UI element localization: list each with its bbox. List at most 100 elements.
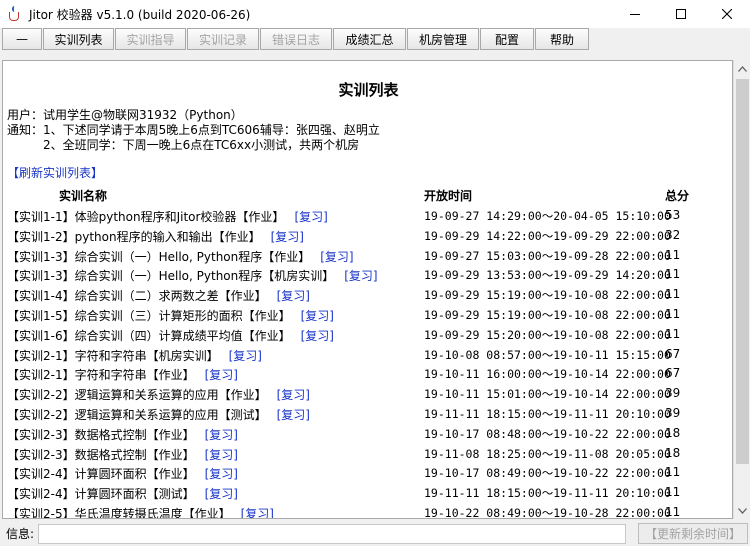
notice-line-2: 2、全班同学：下周一晚上6点在TC6xx小测试，共两个机房 [43,138,360,152]
table-row: 【实训2-2】逻辑运算和关系运算的应用【测试】 [复习] 19-11-11 18:1… [3,404,732,424]
total-score: 11 [665,465,681,480]
review-link[interactable]: [复习] [271,230,304,244]
review-link[interactable]: [复习] [277,408,310,422]
open-time: 19-11-11 18:15:00～19-11-11 20:10:00 [424,406,671,421]
training-name: 【实训1-5】综合实训（三）计算矩形的面积【作业】 [复习] [7,307,334,324]
close-icon [722,9,732,19]
minimize-button[interactable] [612,0,658,28]
maximize-button[interactable] [658,0,704,28]
review-link[interactable]: [复习] [320,250,353,264]
status-bar: 信息: 【更新剩余时间】 [0,521,750,546]
review-link[interactable]: [复习] [277,289,310,303]
total-score: 18 [665,425,681,440]
total-score: 32 [665,227,681,242]
training-name-text: 【实训1-2】python程序的输入和输出【作业】 [7,229,261,244]
open-time: 19-10-22 08:49:00～19-10-28 22:00:00 [424,505,671,519]
open-time: 19-10-17 08:48:00～19-10-22 22:00:00 [424,426,671,441]
table-row: 【实训2-1】字符和字符串【作业】 [复习] 19-10-11 16:00:00～1… [3,364,732,384]
close-button[interactable] [704,0,750,28]
title-bar: Jitor 校验器 v5.1.0 (build 2020-06-26) [0,0,750,28]
total-score: 39 [665,405,681,420]
total-score: 67 [665,366,681,381]
tab-help[interactable]: 帮助 [535,28,589,50]
column-header-score: 总分 [665,189,690,203]
training-name-text: 【实训1-1】体验python程序和Jitor校验器【作业】 [7,210,285,224]
training-name: 【实训2-2】逻辑运算和关系运算的应用【作业】 [复习] [7,386,310,403]
total-score: 11 [665,504,681,519]
scroll-up-arrow-icon[interactable] [734,60,750,77]
scroll-thumb[interactable] [736,79,749,464]
training-name-text: 【实训1-4】综合实训（二）求两数之差【作业】 [7,289,267,304]
table-row: 【实训1-5】综合实训（三）计算矩形的面积【作业】 [复习] 19-09-29 15… [3,305,732,325]
table-row: 【实训2-4】计算圆环面积【测试】 [复习] 19-11-11 18:15:00～1… [3,483,732,503]
table-row: 【实训1-2】python程序的输入和输出【作业】 [复习] 19-09-29 14… [3,226,732,246]
open-time: 19-11-11 18:15:00～19-11-11 20:10:00 [424,486,671,501]
training-name-text: 【实训1-5】综合实训（三）计算矩形的面积【作业】 [7,308,291,323]
training-name: 【实训1-1】体验python程序和Jitor校验器【作业】 [复习] [7,208,328,225]
open-time: 19-10-11 15:01:00～19-10-14 22:00:00 [424,387,671,402]
review-link[interactable]: [复习] [294,210,327,224]
training-name: 【实训2-3】数据格式控制【作业】 [复习] [7,426,238,443]
total-score: 11 [665,306,681,321]
tab-training-list[interactable]: 实训列表 [43,28,114,50]
table-row: 【实训2-5】华氏温度转摄氏温度【作业】 [复习] 19-10-22 08:49:0… [3,503,732,519]
review-link[interactable]: [复习] [344,269,377,283]
review-link[interactable]: [复习] [277,388,310,402]
window-title: Jitor 校验器 v5.1.0 (build 2020-06-26) [29,7,251,22]
table-row: 【实训2-1】字符和字符串【机房实训】 [复习] 19-10-08 08:57:00… [3,345,732,365]
review-link[interactable]: [复习] [241,507,274,518]
total-score: 11 [665,326,681,341]
total-score: 18 [665,445,681,460]
open-time: 19-09-29 15:19:00～19-10-08 22:00:00 [424,307,671,322]
table-row: 【实训2-4】计算圆环面积【作业】 [复习] 19-10-17 08:49:00～1… [3,463,732,483]
training-name-text: 【实训2-4】计算圆环面积【测试】 [7,487,195,502]
tab-lab-management[interactable]: 机房管理 [407,28,479,50]
training-name-text: 【实训1-3】综合实训（一）Hello, Python程序【机房实训】 [7,269,335,284]
content-panel: 实训列表 用户：试用学生@物联网31932（Python） 通知：1、下述同学请… [2,60,733,519]
review-link[interactable]: [复习] [205,448,238,462]
training-name: 【实训2-4】计算圆环面积【测试】 [复习] [7,485,238,502]
review-link[interactable]: [复习] [229,349,262,363]
total-score: 39 [665,386,681,401]
tab-grade-summary[interactable]: 成绩汇总 [333,28,406,50]
review-link[interactable]: [复习] [205,487,238,501]
training-name-text: 【实训2-2】逻辑运算和关系运算的应用【作业】 [7,388,267,403]
scroll-down-arrow-icon[interactable] [734,502,750,519]
review-link[interactable]: [复习] [205,467,238,481]
update-remaining-time-button[interactable]: 【更新剩余时间】 [638,523,748,544]
training-name: 【实训2-1】字符和字符串【作业】 [复习] [7,366,238,383]
total-score: 11 [665,247,681,262]
tab-settings[interactable]: 配置 [480,28,534,50]
total-score: 11 [665,485,681,500]
review-link[interactable]: [复习] [205,428,238,442]
column-header-time: 开放时间 [424,189,473,203]
training-name-text: 【实训1-6】综合实训（四）计算成绩平均值【作业】 [7,328,291,343]
tab-training-records[interactable]: 实训记录 [187,28,259,50]
training-name-text: 【实训2-2】逻辑运算和关系运算的应用【测试】 [7,407,267,422]
open-time: 19-11-08 18:25:00～19-11-08 20:05:00 [424,446,671,461]
review-link[interactable]: [复习] [301,309,334,323]
open-time: 19-09-29 13:53:00～19-09-29 14:20:00 [424,268,671,283]
open-time: 19-09-29 15:19:00～19-10-08 22:00:00 [424,288,671,303]
training-name: 【实训1-3】综合实训（一）Hello, Python程序【机房实训】 [复习] [7,267,378,284]
open-time: 19-10-08 08:57:00～19-10-11 15:15:00 [424,347,671,362]
tab-error-log[interactable]: 错误日志 [260,28,332,50]
open-time: 19-09-29 14:22:00～19-09-29 22:00:00 [424,228,671,243]
toolbar: — 实训列表 实训指导 实训记录 错误日志 成绩汇总 机房管理 配置 帮助 [0,28,750,50]
review-link[interactable]: [复习] [301,329,334,343]
training-name-text: 【实训2-1】字符和字符串【作业】 [7,368,195,383]
tab-training-guide[interactable]: 实训指导 [115,28,186,50]
java-cup-icon [7,6,23,22]
training-name: 【实训1-2】python程序的输入和输出【作业】 [复习] [7,228,304,245]
total-score: 11 [665,267,681,282]
refresh-list-link[interactable]: 【刷新实训列表】 [7,164,103,181]
window-controls [612,0,750,28]
total-score: 11 [665,287,681,302]
table-row: 【实训1-3】综合实训（一）Hello, Python程序【作业】 [复习] 19-… [3,246,732,266]
vertical-scrollbar[interactable] [733,60,750,519]
table-row: 【实训1-6】综合实训（四）计算成绩平均值【作业】 [复习] 19-09-29 15… [3,325,732,345]
review-link[interactable]: [复习] [205,368,238,382]
training-name: 【实训2-3】数据格式控制【作业】 [复习] [7,446,238,463]
total-score: 53 [665,208,681,222]
toolbar-dash-button[interactable]: — [2,28,42,50]
